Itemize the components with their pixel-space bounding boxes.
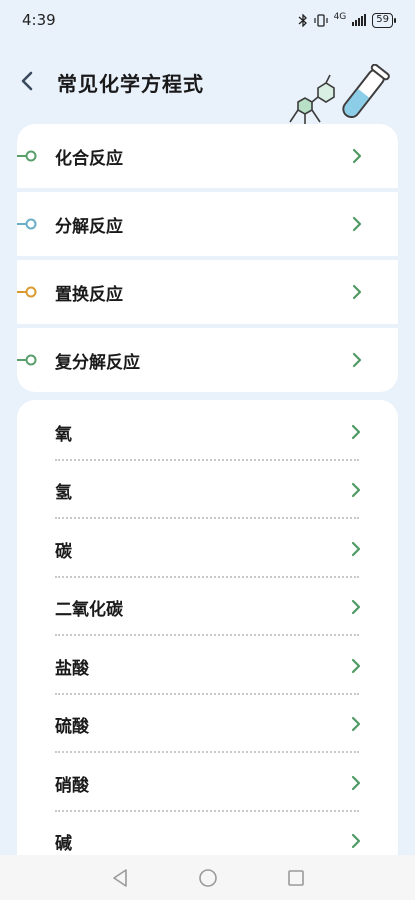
chevron-right-icon: [351, 658, 361, 674]
dotted-divider: [55, 517, 359, 519]
dotted-divider: [55, 634, 359, 636]
battery-indicator: 59: [372, 12, 396, 28]
node-connector-icon: [17, 354, 37, 366]
substance-label: 碱: [55, 833, 72, 854]
chevron-right-icon: [351, 833, 361, 849]
list-item-oxygen[interactable]: 氧: [55, 403, 361, 461]
chevron-right-icon: [352, 284, 362, 300]
category-label: 置换反应: [55, 284, 123, 305]
page-title: 常见化学方程式: [57, 72, 204, 96]
nav-recents-button[interactable]: [283, 865, 309, 891]
substance-label: 碳: [55, 541, 72, 562]
chevron-right-icon: [351, 541, 361, 557]
status-bar: 4:39 4G 59: [0, 0, 415, 40]
square-recents-icon: [287, 869, 304, 886]
nav-home-button[interactable]: [195, 865, 221, 891]
list-item-hydrochloric-acid[interactable]: 盐酸: [55, 637, 361, 695]
chevron-right-icon: [351, 482, 361, 498]
category-label: 复分解反应: [55, 352, 140, 373]
list-item-sulfuric-acid[interactable]: 硫酸: [55, 695, 361, 753]
node-connector-icon: [17, 218, 37, 230]
triangle-back-icon: [112, 868, 127, 887]
dotted-divider: [55, 751, 359, 753]
node-connector-icon: [17, 150, 37, 162]
list-item-hydrogen[interactable]: 氢: [55, 461, 361, 519]
chevron-right-icon: [351, 424, 361, 440]
list-item-carbon[interactable]: 碳: [55, 520, 361, 578]
circle-home-icon: [198, 868, 217, 887]
system-nav-bar: [0, 855, 415, 900]
chevron-right-icon: [351, 775, 361, 791]
substance-label: 氧: [55, 424, 72, 445]
signal-icon: [352, 14, 367, 26]
list-item-nitric-acid[interactable]: 硝酸: [55, 754, 361, 812]
substance-label: 硫酸: [55, 716, 89, 737]
nav-back-button[interactable]: [107, 865, 133, 891]
status-icons: 4G 59: [298, 12, 396, 28]
list-item-combination-reaction[interactable]: 化合反应: [17, 124, 398, 188]
list-item-decomposition-reaction[interactable]: 分解反应: [17, 192, 398, 256]
substance-label: 二氧化碳: [55, 599, 123, 620]
chevron-right-icon: [352, 148, 362, 164]
back-arrow-icon: [21, 71, 33, 91]
chevron-right-icon: [351, 716, 361, 732]
chevron-right-icon: [352, 352, 362, 368]
list-item-carbon-dioxide[interactable]: 二氧化碳: [55, 578, 361, 636]
category-label: 化合反应: [55, 148, 123, 169]
substance-list: 氧 氢 碳 二氧化碳 盐酸 硫酸 硝酸 碱: [17, 400, 398, 870]
bluetooth-icon: [298, 13, 307, 27]
substance-label: 盐酸: [55, 658, 89, 679]
node-connector-icon: [17, 286, 37, 298]
header: 常见化学方程式: [0, 56, 415, 124]
back-button[interactable]: [12, 66, 42, 96]
chevron-right-icon: [351, 599, 361, 615]
reaction-type-list: 化合反应 分解反应 置换反应 复分解反应: [17, 124, 398, 392]
category-label: 分解反应: [55, 216, 123, 237]
network-type: 4G: [333, 12, 347, 22]
substance-label: 氢: [55, 482, 72, 503]
list-item-double-decomposition-reaction[interactable]: 复分解反应: [17, 328, 398, 392]
substance-label: 硝酸: [55, 775, 89, 796]
status-time: 4:39: [22, 11, 56, 29]
vibrate-icon: [313, 13, 328, 27]
chevron-right-icon: [352, 216, 362, 232]
list-item-displacement-reaction[interactable]: 置换反应: [17, 260, 398, 324]
